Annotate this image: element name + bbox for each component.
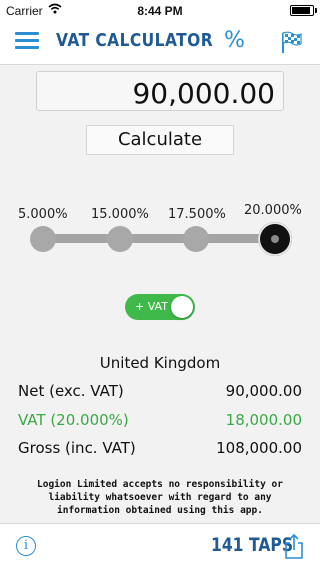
checkered-flag-icon[interactable]: [279, 30, 303, 54]
country-label: United Kingdom: [99, 354, 221, 372]
rate-option-label: 15.000%: [91, 207, 149, 222]
rate-stop-17-5[interactable]: [183, 226, 209, 252]
rate-option-label: 5.000%: [18, 207, 68, 222]
amount-input[interactable]: 90,000.00: [36, 71, 284, 111]
toggle-knob: [171, 296, 193, 318]
battery-icon: [290, 5, 317, 16]
bottom-toolbar: i 141 TAPS: [0, 523, 320, 569]
taps-counter: 141 TAPS: [211, 534, 294, 556]
amount-value: 90,000.00: [132, 77, 275, 110]
rate-stop-5[interactable]: [30, 226, 56, 252]
calculate-button[interactable]: Calculate: [86, 125, 234, 155]
disclaimer-text: Logion Limited accepts no responsibility…: [37, 479, 283, 516]
net-label: Net (exc. VAT): [18, 382, 124, 400]
info-icon[interactable]: i: [16, 536, 36, 556]
rate-option-label-selected: 20.000%: [244, 203, 302, 218]
slider-track[interactable]: [42, 234, 276, 243]
clock: 8:44 PM: [137, 4, 183, 18]
rate-option-label: 17.500%: [168, 207, 226, 222]
rate-stop-15[interactable]: [107, 226, 133, 252]
page-title: VAT CALCULATOR: [56, 30, 214, 51]
vat-toggle-label: + VAT: [135, 300, 168, 313]
vat-label: VAT (20.000%): [18, 411, 129, 429]
battery-level-fill: [292, 7, 310, 14]
percent-button[interactable]: %: [224, 28, 245, 53]
nav-bar: VAT CALCULATOR %: [0, 20, 320, 65]
gross-value: 108,000.00: [216, 439, 302, 457]
status-bar: Carrier 8:44 PM: [0, 0, 320, 20]
vat-value: 18,000.00: [225, 411, 302, 429]
hamburger-menu-icon[interactable]: [15, 32, 39, 50]
net-value: 90,000.00: [225, 382, 302, 400]
add-vat-toggle[interactable]: + VAT: [125, 294, 195, 320]
slider-thumb[interactable]: [258, 222, 292, 256]
gross-label: Gross (inc. VAT): [18, 439, 136, 457]
share-icon[interactable]: [284, 533, 304, 559]
